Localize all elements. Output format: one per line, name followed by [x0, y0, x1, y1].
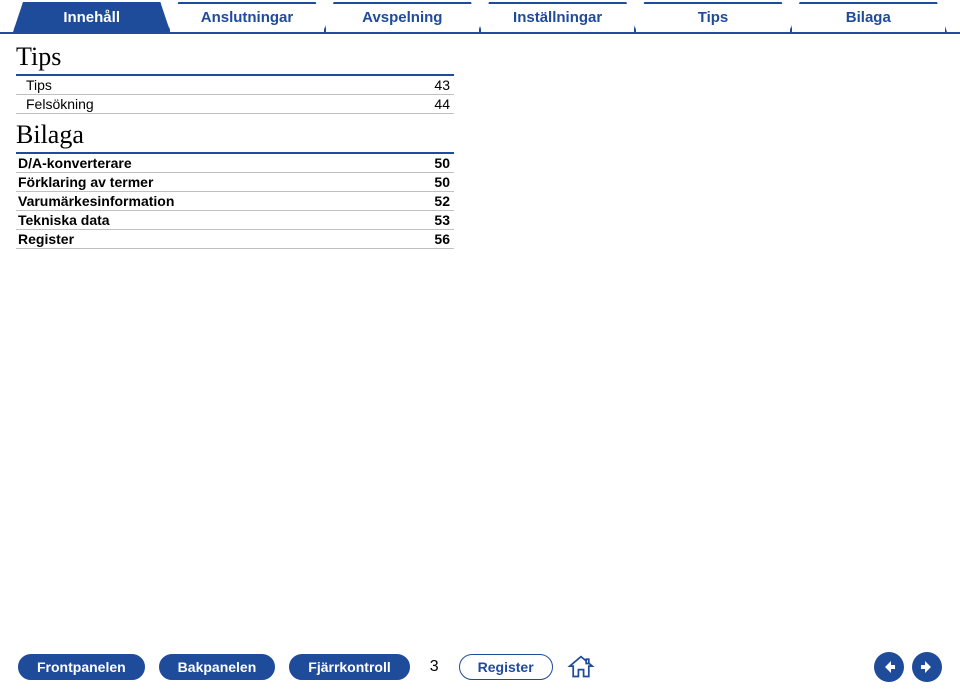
home-icon[interactable] [567, 654, 595, 680]
toc-label: Tekniska data [18, 212, 414, 228]
tab-installningar[interactable]: Inställningar [479, 2, 636, 32]
toc-label: Tips [26, 77, 414, 93]
section-title-bilaga: Bilaga [16, 120, 454, 150]
toc-row-tekniska[interactable]: Tekniska data 53 [16, 211, 454, 230]
footer-fjarrkontroll-button[interactable]: Fjärrkontroll [289, 654, 409, 680]
tab-bilaga[interactable]: Bilaga [790, 2, 947, 32]
arrow-right-icon [919, 659, 935, 675]
toc-page: 52 [414, 193, 450, 209]
toc-label: Register [18, 231, 414, 247]
toc-label: Varumärkesinformation [18, 193, 414, 209]
toc-label: Förklaring av termer [18, 174, 414, 190]
toc-row-felsokning[interactable]: Felsökning 44 [16, 95, 454, 114]
toc-row-register[interactable]: Register 56 [16, 230, 454, 249]
tab-innehall[interactable]: Innehåll [13, 2, 170, 32]
toc-page: 50 [414, 174, 450, 190]
page-arrows [874, 652, 942, 682]
footer-bar: Frontpanelen Bakpanelen Fjärrkontroll 3 … [0, 652, 960, 682]
toc-page: 56 [414, 231, 450, 247]
toc-row-termer[interactable]: Förklaring av termer 50 [16, 173, 454, 192]
toc-page: 43 [414, 77, 450, 93]
toc-page: 50 [414, 155, 450, 171]
toc-label: Felsökning [26, 96, 414, 112]
toc-row-varumarke[interactable]: Varumärkesinformation 52 [16, 192, 454, 211]
toc-label: D/A-konverterare [18, 155, 414, 171]
tab-avspelning[interactable]: Avspelning [324, 2, 481, 32]
top-tabs: Innehåll Anslutningar Avspelning Inställ… [0, 2, 960, 32]
toc-content: Tips Tips 43 Felsökning 44 Bilaga D/A-ko… [0, 34, 470, 249]
footer-bakpanelen-button[interactable]: Bakpanelen [159, 654, 276, 680]
toc-page: 53 [414, 212, 450, 228]
footer-frontpanelen-button[interactable]: Frontpanelen [18, 654, 145, 680]
arrow-left-icon [881, 659, 897, 675]
page-number: 3 [430, 658, 439, 676]
tab-anslutningar[interactable]: Anslutningar [168, 2, 325, 32]
section-title-tips: Tips [16, 42, 454, 72]
toc-page: 44 [414, 96, 450, 112]
toc-row-da[interactable]: D/A-konverterare 50 [16, 152, 454, 173]
tab-tips[interactable]: Tips [634, 2, 791, 32]
next-page-button[interactable] [912, 652, 942, 682]
prev-page-button[interactable] [874, 652, 904, 682]
footer-register-button[interactable]: Register [459, 654, 553, 680]
toc-row-tips[interactable]: Tips 43 [16, 74, 454, 95]
